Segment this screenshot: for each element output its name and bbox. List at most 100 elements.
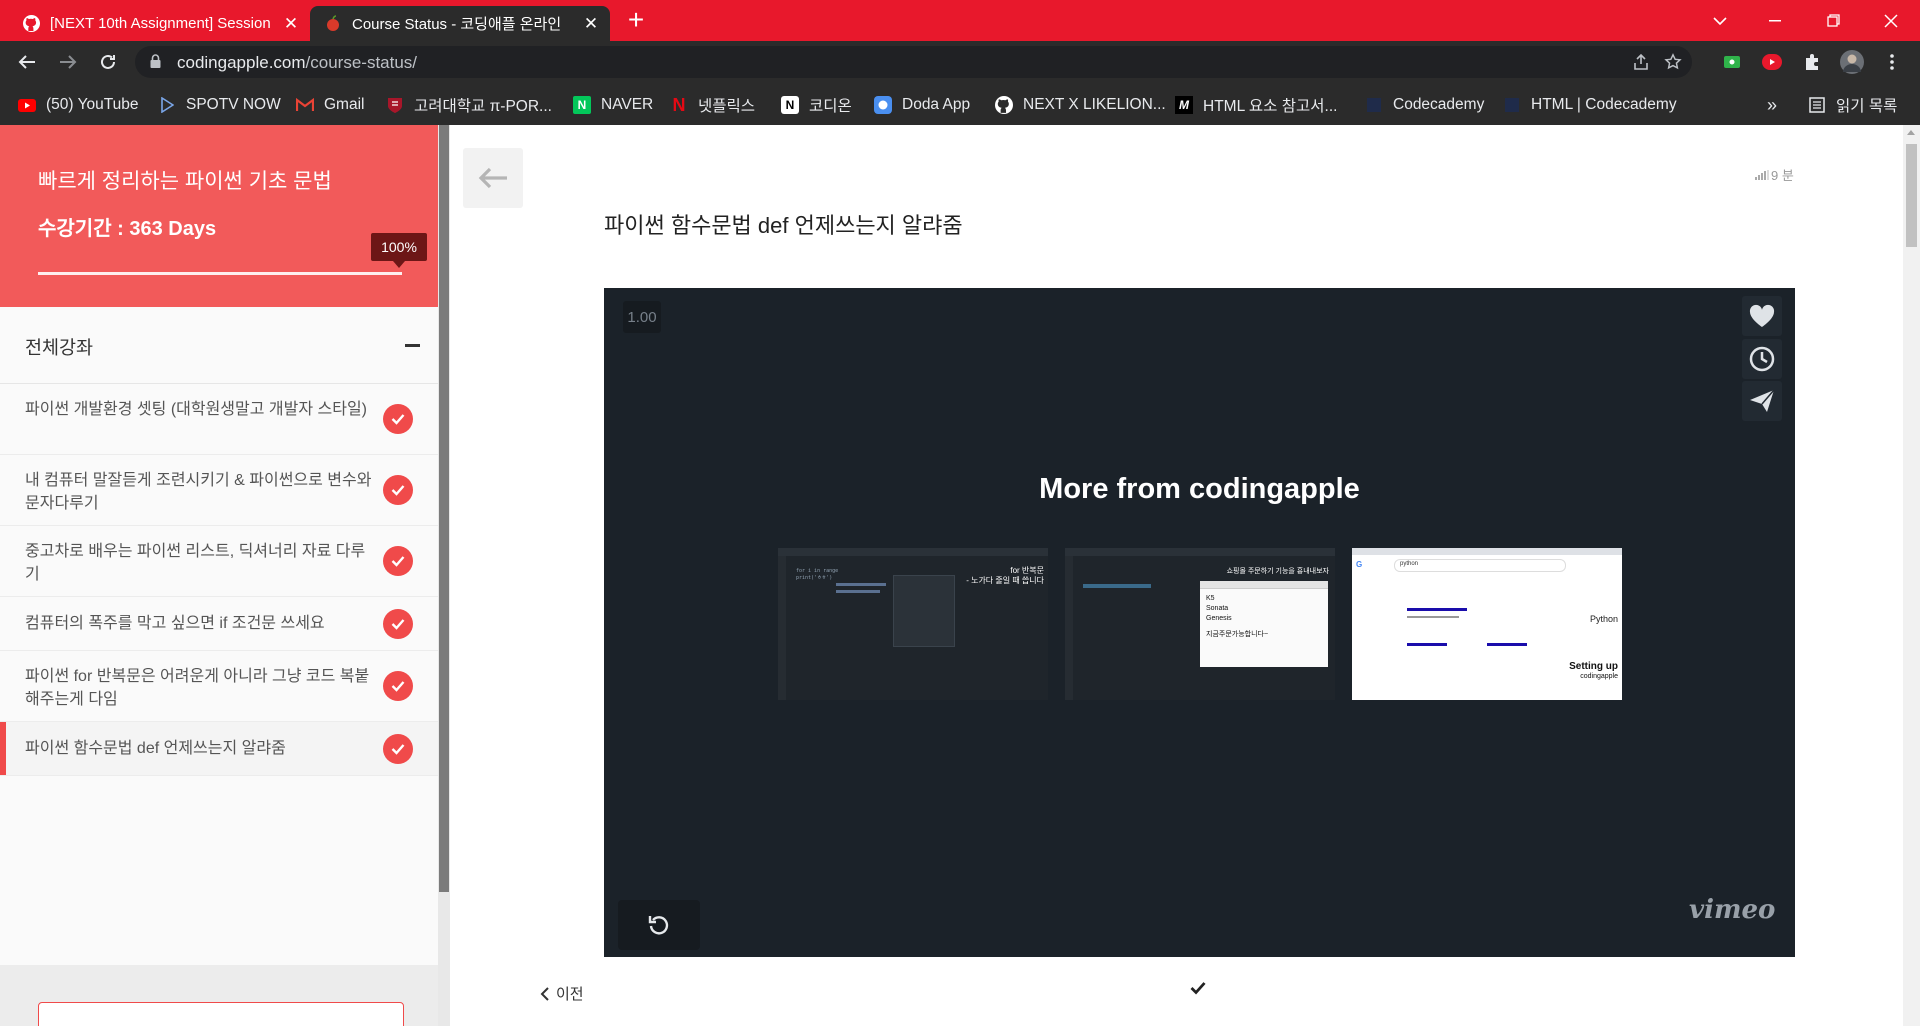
thumb-subcaption: - 노가다 줄일 때 씁니다 — [966, 576, 1044, 585]
bookmark-gmail[interactable]: Gmail — [296, 95, 364, 115]
bookmark-mdn[interactable]: M HTML 요소 참고서... — [1175, 95, 1337, 115]
back-button[interactable] — [463, 148, 523, 208]
bookmark-naver[interactable]: N NAVER — [573, 95, 653, 115]
lesson-content: 9 분 파이썬 함수문법 def 언제쓰는지 알랴줌 1.00 More fro… — [450, 125, 1903, 1026]
lesson-title: 내 컴퓨터 말잘듣게 조련시키기 & 파이썬으로 변수와 문자다루기 — [25, 472, 372, 512]
lesson-title: 파이썬 개발환경 셋팅 (대학원생말고 개발자 스타일) — [25, 401, 368, 418]
thumb-caption: Setting up — [1569, 661, 1618, 672]
bookmark-label: 고려대학교 π-POR... — [414, 98, 552, 115]
forward-nav-button[interactable] — [54, 48, 82, 76]
url-path: /course-status/ — [305, 53, 418, 72]
share-video-button[interactable] — [1742, 381, 1782, 421]
lesson-item[interactable]: 컴퓨터의 폭주를 막고 싶으면 if 조건문 쓰세요 — [0, 597, 438, 651]
close-window-button[interactable] — [1868, 0, 1914, 41]
lesson-heading: 파이썬 함수문법 def 언제쓰는지 알랴줌 — [604, 213, 963, 238]
sidebar-footer — [0, 965, 438, 1026]
page-icon — [1503, 96, 1521, 114]
tab-course-status[interactable]: Course Status - 코딩애플 온라인 ✕ — [310, 6, 610, 41]
sidebar-scrollbar[interactable] — [438, 125, 450, 1026]
bookmark-label: HTML 요소 참고서... — [1203, 98, 1338, 115]
extension-youtube-icon[interactable] — [1760, 50, 1784, 74]
complete-check-icon[interactable] — [1190, 980, 1206, 1000]
bookmark-notion[interactable]: N 코디온 — [781, 95, 852, 115]
bookmark-codecademy[interactable]: Codecademy — [1365, 95, 1484, 115]
lesson-title: 파이썬 for 반복문은 어려운게 아니라 그냥 코드 복붙해주는게 다임 — [25, 668, 370, 708]
share-icon[interactable] — [1630, 52, 1652, 72]
address-bar[interactable]: codingapple.com/course-status/ — [135, 46, 1692, 78]
tab-title: Course Status - 코딩애플 온라인 — [352, 16, 562, 33]
bookmark-star-icon[interactable] — [1662, 52, 1684, 72]
github-icon — [22, 15, 40, 33]
like-button[interactable] — [1742, 296, 1782, 336]
extensions-puzzle-icon[interactable] — [1800, 50, 1824, 74]
apple-icon — [324, 15, 342, 33]
bookmarks-overflow-button[interactable]: » — [1767, 95, 1777, 115]
more-videos-title: More from codingapple — [1039, 473, 1360, 505]
bookmark-html-codecademy[interactable]: HTML | Codecademy — [1503, 95, 1677, 115]
github-icon — [995, 96, 1013, 114]
bookmark-youtube[interactable]: (50) YouTube — [18, 95, 139, 115]
url-domain: codingapple.com — [177, 53, 306, 72]
check-icon — [383, 475, 413, 505]
video-player[interactable]: 1.00 More from codingapple for i in rang… — [604, 288, 1795, 957]
lesson-item[interactable]: 중고차로 배우는 파이썬 리스트, 딕셔너리 자료 다루기 — [0, 526, 438, 597]
page-scrollbar[interactable] — [1903, 125, 1920, 1026]
replay-button[interactable] — [618, 900, 700, 950]
page-content: 빠르게 정리하는 파이썬 기초 문법 수강기간 : 363 Days 100% … — [0, 125, 1920, 1026]
tab-title: [NEXT 10th Assignment] Session — [50, 15, 271, 32]
course-period: 수강기간 : 363 Days — [38, 218, 217, 240]
sidebar-scrollbar-thumb[interactable] — [439, 125, 449, 892]
thumb-caption: 쇼핑몰 주문하기 기능을 흉내내보자 — [1226, 568, 1329, 575]
lesson-item[interactable]: 파이썬 for 반복문은 어려운게 아니라 그냥 코드 복붙해주는게 다임 — [0, 651, 438, 722]
thumb-note: 지금주문가능합니다~ — [1206, 631, 1269, 638]
playback-speed-button[interactable]: 1.00 — [623, 301, 661, 333]
related-video-thumb[interactable]: G python Python Setting up codingapple — [1352, 548, 1622, 700]
related-video-thumb[interactable]: 쇼핑몰 주문하기 기능을 흉내내보자 K5 Sonata Genesis 지금주… — [1065, 548, 1335, 700]
bookmark-next-likelion[interactable]: NEXT X LIKELION... — [995, 95, 1166, 115]
related-video-thumb[interactable]: for i in range print('ㅎㅎ') for 반복문 - 노가다… — [778, 548, 1048, 700]
signal-bars-icon — [1755, 169, 1769, 180]
close-tab-icon[interactable]: ✕ — [282, 14, 300, 34]
watch-later-button[interactable] — [1742, 339, 1782, 379]
scroll-up-arrow-icon[interactable] — [1907, 130, 1915, 135]
reload-button[interactable] — [94, 48, 122, 76]
extension-green-icon[interactable] — [1720, 50, 1744, 74]
arrow-left-icon — [478, 167, 507, 189]
sidebar-footer-button[interactable] — [38, 1002, 404, 1026]
url-text: codingapple.com/course-status/ — [177, 53, 417, 73]
all-lectures-header[interactable]: 전체강좌 — [0, 307, 438, 384]
minimize-button[interactable] — [1752, 0, 1798, 41]
lesson-item[interactable]: 내 컴퓨터 말잘듣게 조련시키기 & 파이썬으로 변수와 문자다루기 — [0, 455, 438, 526]
tab-search-icon[interactable] — [1697, 0, 1743, 41]
tab-github-session[interactable]: [NEXT 10th Assignment] Session ✕ — [8, 6, 310, 41]
lesson-duration: 9 분 — [1755, 165, 1794, 184]
page-scrollbar-thumb[interactable] — [1906, 144, 1917, 247]
vimeo-logo[interactable]: vimeo — [1689, 895, 1775, 925]
lesson-item-active[interactable]: 파이썬 함수문법 def 언제쓰는지 알랴줌 — [0, 722, 438, 776]
check-icon — [383, 671, 413, 701]
close-tab-icon[interactable]: ✕ — [582, 14, 600, 34]
mdn-icon: M — [1175, 96, 1193, 114]
collapse-icon[interactable] — [405, 344, 420, 347]
kebab-menu-icon[interactable] — [1880, 50, 1904, 74]
bookmark-label: Gmail — [324, 96, 365, 113]
back-nav-button[interactable] — [13, 48, 41, 76]
youtube-icon — [18, 96, 36, 114]
restore-button[interactable] — [1810, 0, 1856, 41]
bookmark-spotv[interactable]: SPOTV NOW — [158, 95, 281, 115]
shield-icon — [386, 96, 404, 114]
heart-icon — [1749, 304, 1775, 327]
profile-avatar[interactable] — [1840, 50, 1864, 74]
bookmark-doda[interactable]: Doda App — [874, 95, 970, 115]
course-title: 빠르게 정리하는 파이썬 기초 문법 — [38, 170, 332, 193]
lesson-list: 파이썬 개발환경 셋팅 (대학원생말고 개발자 스타일) 내 컴퓨터 말잘듣게 … — [0, 384, 438, 776]
new-tab-button[interactable]: + — [622, 6, 650, 36]
page-icon — [1365, 96, 1383, 114]
bookmark-netflix[interactable]: N 넷플릭스 — [670, 95, 756, 116]
previous-lesson-link[interactable]: 이전 — [540, 983, 584, 1004]
bookmark-korea-univ[interactable]: 고려대학교 π-POR... — [386, 95, 552, 115]
course-header: 빠르게 정리하는 파이썬 기초 문법 수강기간 : 363 Days 100% — [0, 125, 438, 307]
lesson-item[interactable]: 파이썬 개발환경 셋팅 (대학원생말고 개발자 스타일) — [0, 384, 438, 455]
reading-list-button[interactable]: 읽기 목록 — [1808, 95, 1897, 115]
chevron-left-icon — [540, 986, 549, 1001]
